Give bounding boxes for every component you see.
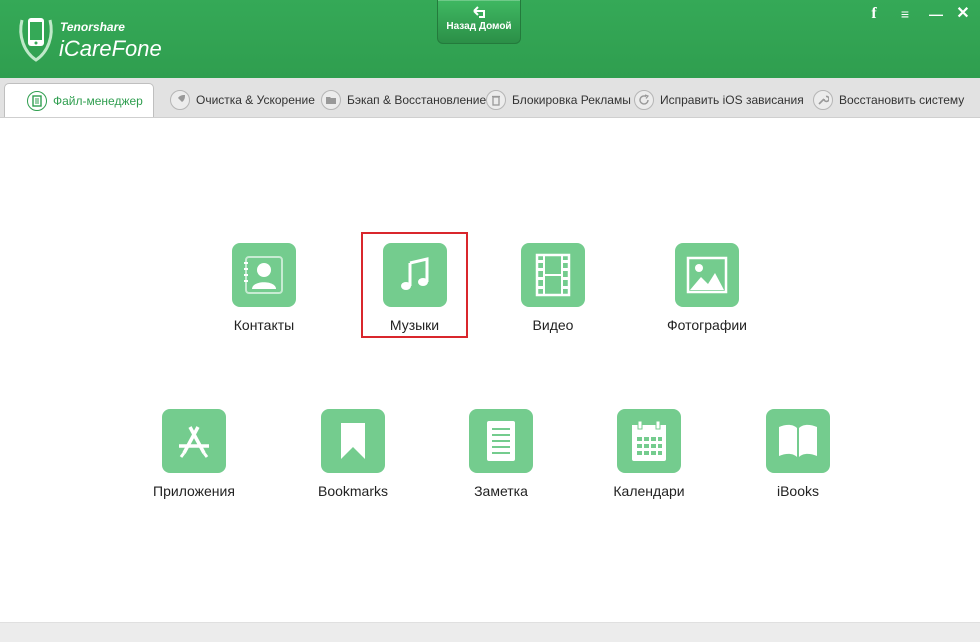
tab-label: Исправить iOS зависания [660, 93, 804, 107]
apps-icon [162, 409, 226, 473]
contacts-icon [232, 243, 296, 307]
category-label: Bookmarks [317, 483, 389, 499]
tab-label: Блокировка Рекламы [512, 93, 631, 107]
wrench-icon [813, 90, 833, 110]
tab-label: Файл-менеджер [53, 93, 143, 108]
tab-file-manager[interactable]: Файл-менеджер [4, 83, 154, 117]
vendor-name: Tenorshare [60, 20, 125, 34]
file-manager-panel: Контакты Музыки Видео Фотографии Приложе… [0, 118, 980, 622]
tab-label: Очистка & Ускорение [196, 93, 315, 107]
category-label: Приложения [153, 483, 235, 499]
facebook-icon[interactable]: f [863, 4, 885, 24]
back-home-label: Назад Домой [446, 21, 512, 32]
status-bar [0, 622, 980, 642]
menu-icon[interactable]: ≡ [894, 4, 916, 24]
category-calendar[interactable]: Календари [606, 409, 692, 499]
tab-ad-block[interactable]: Блокировка Рекламы [486, 86, 631, 114]
category-video[interactable]: Видео [511, 243, 595, 333]
back-home-button[interactable]: Назад Домой [437, 0, 521, 44]
category-notes[interactable]: Заметка [460, 409, 542, 499]
app-name: iCareFone [59, 36, 162, 61]
return-arrow-icon [473, 6, 485, 18]
video-icon [521, 243, 585, 307]
trash-icon [486, 90, 506, 110]
bookmark-icon [321, 409, 385, 473]
app-logo-icon [19, 18, 53, 62]
file-manager-icon [27, 90, 47, 111]
category-contacts[interactable]: Контакты [221, 243, 307, 333]
photos-icon [675, 243, 739, 307]
category-label: Видео [532, 317, 574, 333]
book-icon [766, 409, 830, 473]
tab-restore-system[interactable]: Восстановить систему [813, 86, 964, 114]
feature-tab-bar: Файл-менеджер Очистка & Ускорение Бэкап … [0, 78, 980, 118]
category-bookmarks[interactable]: Bookmarks [313, 409, 393, 499]
category-ibooks[interactable]: iBooks [757, 409, 839, 499]
category-label: Заметка [474, 483, 528, 499]
minimize-icon[interactable]: — [925, 4, 947, 24]
refresh-icon [634, 90, 654, 110]
tab-label: Восстановить систему [839, 93, 965, 107]
notes-icon [469, 409, 533, 473]
tab-fix-ios[interactable]: Исправить iOS зависания [634, 86, 804, 114]
tab-cleanup-speedup[interactable]: Очистка & Ускорение [170, 86, 315, 114]
category-label: iBooks [776, 483, 820, 499]
category-label: Музыки [389, 317, 440, 333]
calendar-icon [617, 409, 681, 473]
category-music[interactable]: Музыки [361, 232, 468, 338]
music-icon [382, 243, 447, 307]
category-label: Календари [613, 483, 685, 499]
title-bar: Tenorshare iCareFone Назад Домой f ≡ — ✕ [0, 0, 980, 78]
tab-label: Бэкап & Восстановление [347, 93, 487, 107]
rocket-icon [170, 90, 190, 110]
category-apps[interactable]: Приложения [150, 409, 238, 499]
category-label: Фотографии [666, 317, 747, 333]
tab-backup-restore[interactable]: Бэкап & Восстановление [321, 86, 486, 114]
category-photos[interactable]: Фотографии [659, 243, 755, 333]
folder-icon [321, 90, 341, 110]
close-icon[interactable]: ✕ [952, 4, 974, 24]
category-label: Контакты [233, 317, 295, 333]
